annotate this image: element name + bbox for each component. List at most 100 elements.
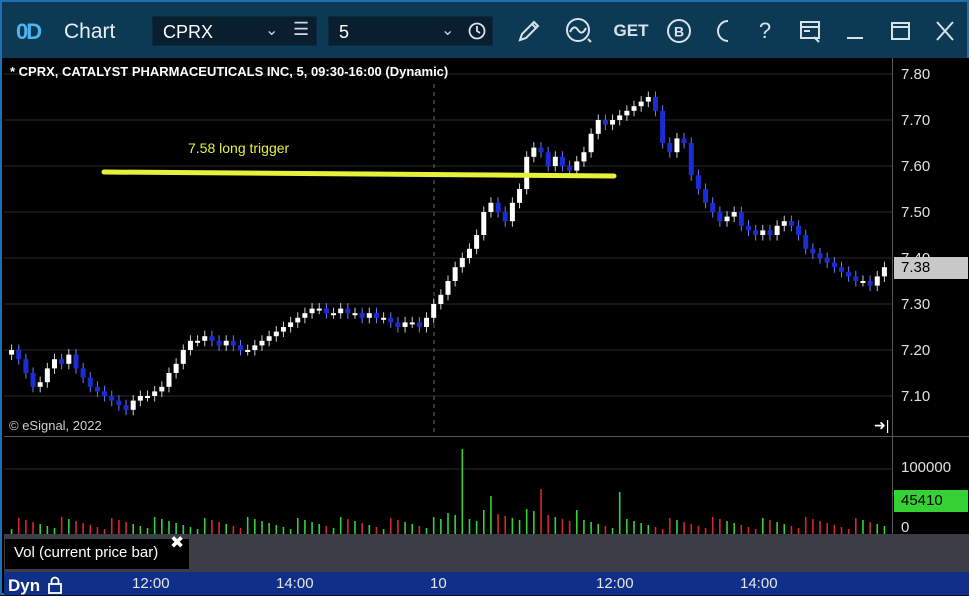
volume-bar [203, 518, 206, 534]
chart-title: * CPRX, CATALYST PHARMACEUTICALS INC, 5,… [10, 64, 449, 79]
volume-bar [590, 522, 592, 534]
volume-bar [647, 525, 650, 534]
b-button-label: B [674, 24, 684, 40]
candle-body [588, 133, 594, 153]
candle-body [102, 391, 108, 396]
y-tick: 7.80 [901, 66, 931, 83]
chevron-down-icon[interactable]: ⌄ [441, 20, 454, 40]
symbol-selector[interactable]: CPRX ⌄ ☰ [152, 16, 317, 46]
candle-body [502, 212, 508, 222]
chevron-down-icon[interactable]: ⌄ [265, 20, 278, 40]
candle-body [416, 322, 422, 327]
volume-bar [389, 518, 392, 534]
candle-body [366, 313, 372, 318]
candle-body [295, 317, 301, 323]
volume-bar [447, 513, 449, 534]
candle-body [223, 340, 229, 346]
volume-bar [640, 523, 642, 534]
candle-body [259, 340, 265, 346]
study-wave-icon[interactable] [562, 16, 596, 46]
interval-selector[interactable]: 5 ⌄ [328, 16, 493, 46]
maximize-icon[interactable] [885, 16, 915, 46]
price-axis[interactable]: 7.80 7.70 7.60 7.50 7.40 7.30 7.20 7.10 [892, 58, 969, 436]
candle-body [767, 230, 773, 235]
template-icon[interactable] [795, 16, 825, 46]
volume-bar [139, 526, 142, 534]
volume-axis[interactable]: 100000 0 [892, 436, 969, 536]
candle-body [352, 313, 358, 316]
candle-body [860, 281, 866, 283]
candle-body [373, 313, 379, 318]
volume-bar [869, 522, 871, 534]
get-data-button[interactable]: GET [611, 16, 651, 46]
volume-bar [740, 525, 743, 534]
volume-bar [654, 527, 657, 534]
volume-study-label[interactable]: Vol (current price bar) [5, 539, 189, 569]
candle-body [216, 340, 222, 346]
interval-input[interactable]: 5 [339, 22, 349, 43]
candle-body [738, 212, 744, 226]
volume-bar [575, 510, 578, 534]
volume-bar [218, 522, 220, 534]
volume-bar [397, 520, 399, 534]
candle-body [552, 156, 558, 166]
volume-canvas[interactable] [4, 437, 892, 535]
candle-body [760, 230, 766, 235]
candle-body [273, 331, 279, 337]
candle-body [874, 276, 880, 286]
time-axis[interactable]: Dyn 12:00 14:00 10 12:00 14:00 [4, 572, 969, 595]
volume-bar [747, 527, 750, 534]
copyright-text: © eSignal, 2022 [9, 418, 102, 433]
candle-body [846, 271, 852, 277]
volume-bar [161, 519, 163, 534]
scroll-to-end-icon[interactable]: ➜| [874, 417, 889, 434]
candle-body [288, 322, 294, 327]
candle-body [567, 166, 573, 171]
minimize-icon[interactable] [840, 16, 870, 46]
volume-bar [354, 521, 356, 534]
clock-icon[interactable] [467, 21, 487, 46]
volume-bar [683, 522, 685, 534]
volume-bar [583, 520, 585, 534]
close-icon[interactable] [930, 16, 960, 46]
volume-bar [668, 518, 671, 534]
draw-pencil-icon[interactable] [512, 16, 546, 46]
crescent-icon[interactable] [709, 16, 735, 46]
candle-body [674, 138, 680, 153]
vol-tick: 100000 [901, 459, 952, 476]
volume-pane[interactable] [4, 436, 892, 535]
candle-body [853, 276, 859, 281]
volume-bar [225, 524, 228, 534]
candle-body [817, 253, 823, 258]
y-tick: 7.50 [901, 204, 931, 221]
price-chart-pane[interactable]: * CPRX, CATALYST PHARMACEUTICALS INC, 5,… [4, 58, 892, 436]
b-button[interactable]: B [662, 16, 696, 46]
volume-bar [876, 524, 879, 534]
candle-body [345, 308, 351, 314]
candle-body [37, 382, 43, 387]
volume-bar [261, 521, 263, 534]
candle-body [481, 212, 487, 235]
volume-bar [840, 527, 843, 534]
volume-bar [318, 524, 321, 534]
candle-body [309, 308, 315, 314]
candle-body [703, 189, 709, 203]
candle-body [509, 202, 515, 222]
volume-bar [282, 527, 285, 534]
symbol-input[interactable]: CPRX [163, 22, 213, 43]
close-study-icon[interactable]: ✖ [170, 533, 184, 553]
help-button[interactable]: ? [750, 16, 780, 46]
y-tick: 7.10 [901, 388, 931, 405]
dynamic-mode-label[interactable]: Dyn [8, 573, 62, 596]
y-tick: 7.60 [901, 158, 931, 175]
candle-body [710, 202, 716, 212]
volume-bar [826, 523, 828, 534]
volume-bar [533, 511, 535, 534]
candle-body [581, 152, 587, 162]
candle-body [66, 354, 72, 364]
list-menu-icon[interactable]: ☰ [293, 19, 309, 40]
price-chart-canvas[interactable] [4, 58, 892, 436]
volume-bar [211, 520, 213, 534]
candle-body [595, 120, 601, 134]
x-tick: 14:00 [740, 575, 778, 592]
